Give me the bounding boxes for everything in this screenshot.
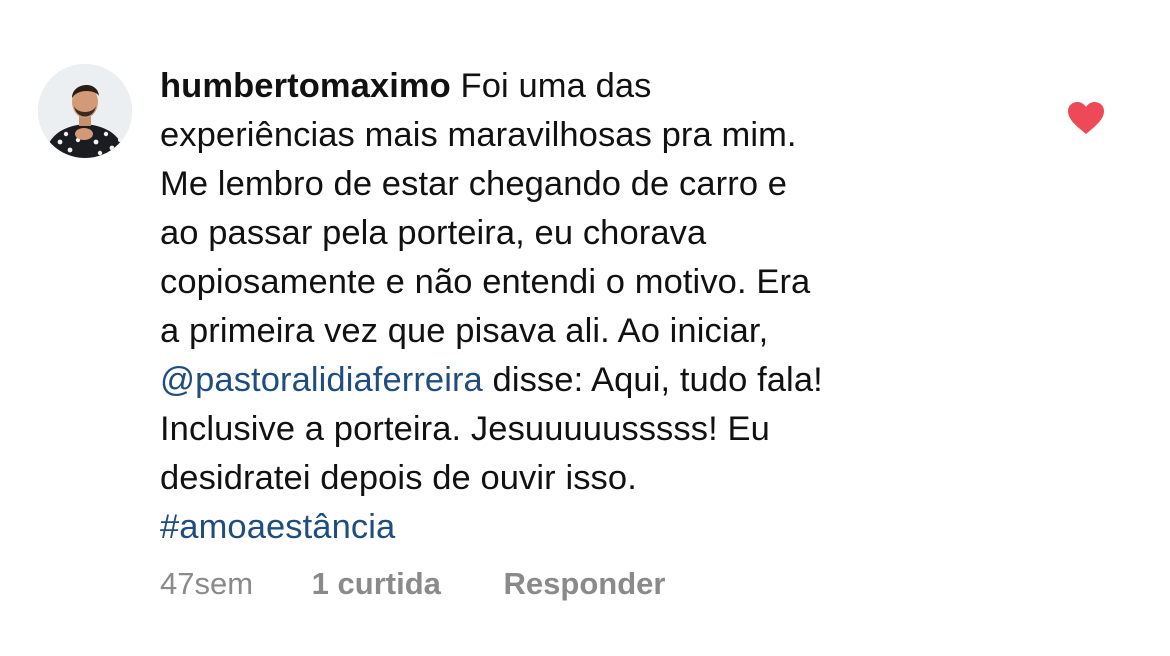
comment-line: experiências mais maravilhosas pra mim. bbox=[160, 116, 797, 154]
heart-filled-icon bbox=[1068, 102, 1104, 134]
comment-line: Me lembro de estar chegando de carro e bbox=[160, 165, 788, 203]
comment-meta: 47sem 1 curtida Responder bbox=[160, 566, 665, 602]
comment-line: @pastoralidiaferreira disse: Aqui, tudo … bbox=[160, 361, 823, 399]
mention-link[interactable]: @pastoralidiaferreira bbox=[160, 361, 483, 399]
comment: humbertomaximo Foi uma das experiências … bbox=[0, 0, 1170, 656]
reply-button[interactable]: Responder bbox=[504, 566, 666, 602]
comment-line: desidratei depois de ouvir isso. bbox=[160, 459, 637, 497]
hashtag-link[interactable]: #amoaestância bbox=[160, 508, 395, 546]
comment-line: humbertomaximo Foi uma das bbox=[160, 67, 652, 105]
comment-line: ao passar pela porteira, eu chorava bbox=[160, 214, 707, 252]
timestamp: 47sem bbox=[160, 566, 254, 601]
like-button[interactable] bbox=[1066, 100, 1106, 136]
comment-line: copiosamente e não entendi o motivo. Era bbox=[160, 263, 811, 301]
comment-text: humbertomaximo Foi uma das experiências … bbox=[160, 62, 1040, 552]
comment-username[interactable]: humbertomaximo bbox=[160, 67, 451, 105]
comment-line: a primeira vez que pisava ali. Ao inicia… bbox=[160, 312, 769, 350]
avatar[interactable] bbox=[38, 64, 132, 158]
likes-count-link[interactable]: 1 curtida bbox=[312, 566, 441, 602]
comment-line: #amoaestância bbox=[160, 503, 1040, 552]
profile-photo bbox=[38, 64, 132, 158]
comment-line: Inclusive a porteira. Jesuuuuusssss! Eu bbox=[160, 410, 770, 448]
